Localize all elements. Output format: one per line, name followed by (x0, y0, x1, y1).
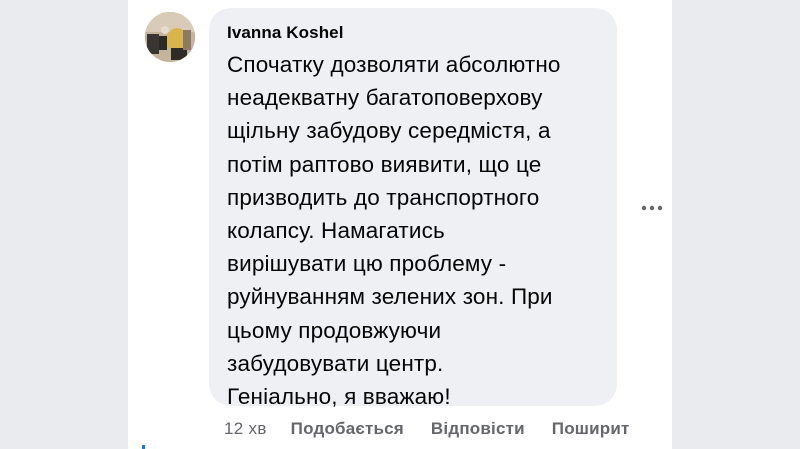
avatar-photo (145, 12, 195, 62)
share-button[interactable]: Поширит (552, 419, 630, 439)
comment-area: Ivanna Koshel Спочатку дозволяти абсолют… (0, 0, 669, 449)
right-background (672, 0, 800, 449)
more-options-button[interactable] (632, 196, 669, 220)
reply-button[interactable]: Відповісти (431, 419, 525, 439)
more-horizontal-icon (641, 205, 663, 211)
comment-timestamp[interactable]: 12 хв (224, 419, 267, 439)
like-button[interactable]: Подобається (291, 419, 404, 439)
comment-bubble: Ivanna Koshel Спочатку дозволяти абсолют… (209, 8, 617, 409)
comment-text: Спочатку дозволяти абсолютно неадекватну… (227, 52, 561, 410)
comment-actions: 12 хв Подобається Відповісти Поширит (224, 417, 630, 441)
comment-author[interactable]: Ivanna Koshel (227, 23, 344, 43)
thread-indicator (142, 445, 145, 449)
avatar[interactable] (145, 12, 195, 62)
